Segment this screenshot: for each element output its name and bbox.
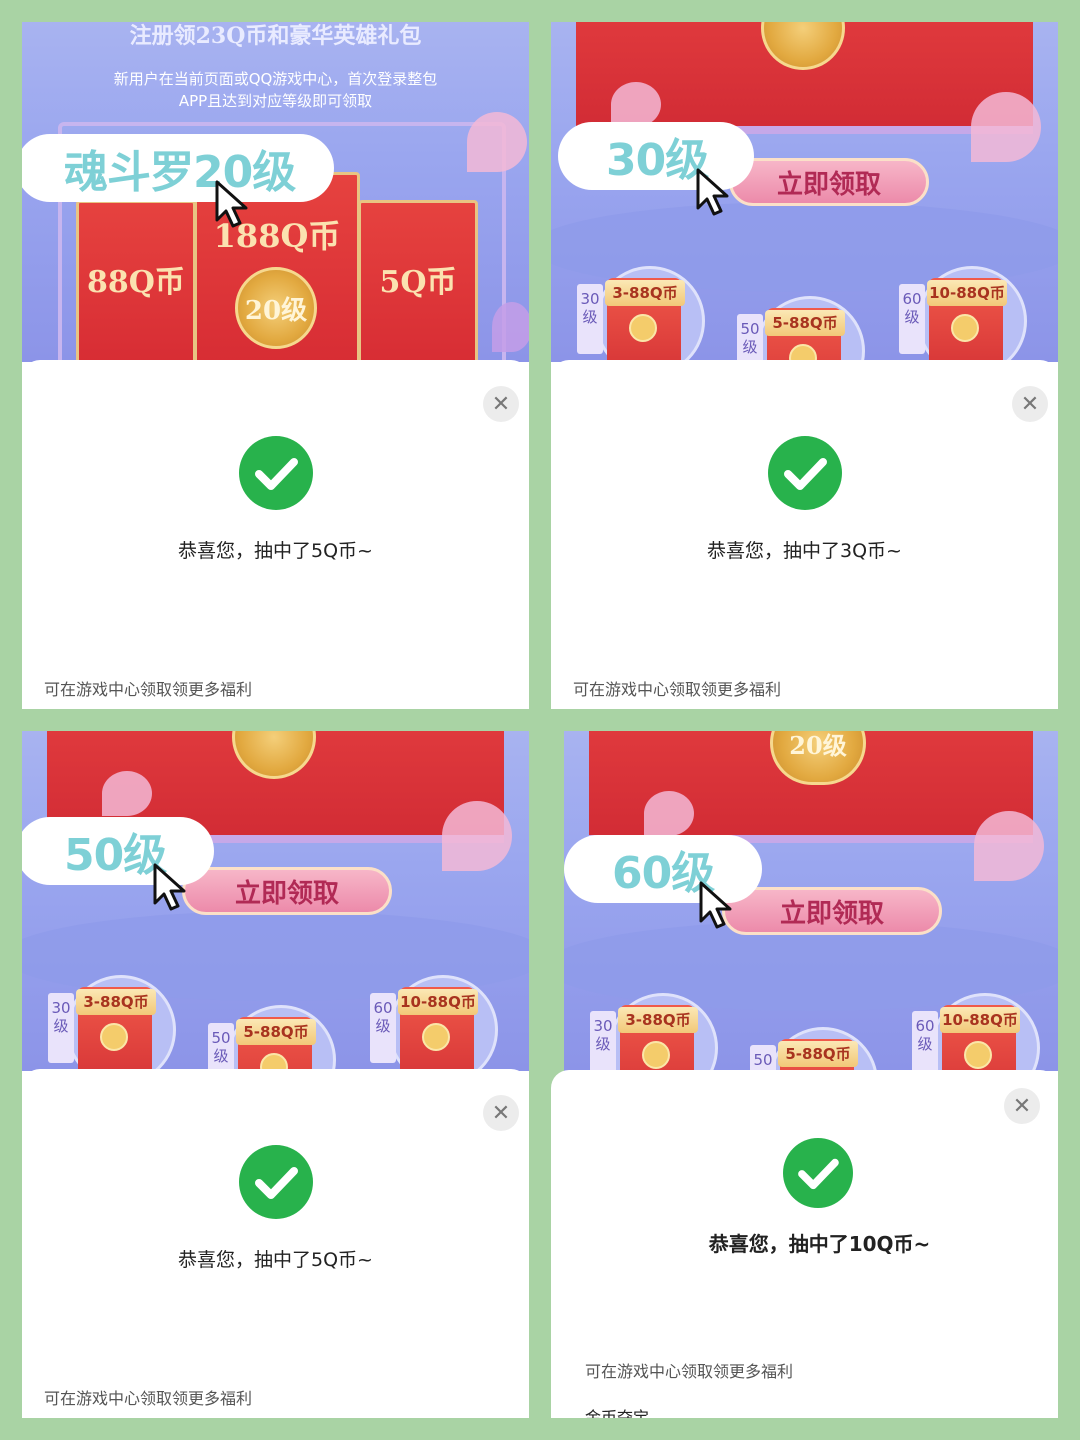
game-center-link[interactable]: 可在游戏中心领取领更多福利 (573, 676, 781, 700)
result-dialog-60: ✕ 恭喜您，抽中了10Q币~ 可在游戏中心领取领更多福利 金币夺宝 (551, 1070, 1058, 1418)
reward-60[interactable]: 60级 10-88Q币 (912, 993, 1040, 1071)
game-center-link[interactable]: 可在游戏中心领取领更多福利 (44, 1385, 252, 1409)
result-dialog: ✕ 恭喜您，抽中了3Q币~ 可在游戏中心领取领更多福利 (551, 360, 1058, 709)
game-center-link[interactable]: 可在游戏中心领取领更多福利 (585, 1358, 793, 1382)
reward-50[interactable]: 50 5-88Q币 (750, 1027, 878, 1071)
banner-intro: 新用户在当前页面或QQ游戏中心，首次登录整包 APP且达到对应等级即可领取 (22, 68, 529, 112)
result-message: 恭喜您，抽中了3Q币~ (707, 540, 902, 562)
reward-30[interactable]: 30级 3-88Q币 (577, 266, 705, 362)
screenshot-panel-50: 立即领取 30级 3-88Q币 50级 5-88Q币 60级 10-88Q币 5… (22, 731, 529, 1418)
reward-amount: 3-88Q币 (76, 989, 156, 1015)
reward-amount: 10-88Q币 (940, 1007, 1020, 1033)
screenshot-panel-30: 立即领取 30级 3-88Q币 50级 5-88Q币 60级 10-88Q币 3… (551, 22, 1058, 709)
mouse-pointer-icon (215, 180, 248, 228)
event-banner: 立即领取 30级 3-88Q币 50级 5-88Q币 60级 10-88Q币 (22, 731, 529, 1071)
claim-now-button[interactable]: 立即领取 (722, 887, 942, 935)
reward-level: 60级 (370, 993, 396, 1063)
result-dialog: ✕ 恭喜您，抽中了5Q币~ 可在游戏中心领取领更多福利 (22, 360, 529, 709)
flower-decoration (492, 302, 529, 352)
flower-decoration (442, 801, 512, 871)
flower-decoration (102, 771, 152, 816)
reward-level: 60级 (899, 284, 925, 354)
result-message: 恭喜您，抽中了10Q币~ (708, 1232, 931, 1256)
check-circle-icon (767, 436, 842, 510)
check-circle-icon (782, 1138, 853, 1208)
flower-decoration (974, 811, 1044, 881)
flower-decoration (644, 791, 694, 836)
reward-amount: 5-88Q币 (778, 1041, 858, 1067)
reward-level: 30级 (48, 993, 74, 1063)
game-center-link[interactable]: 可在游戏中心领取领更多福利 (44, 676, 252, 700)
reward-amount: 5-88Q币 (765, 310, 845, 336)
level-coin: 20级 (235, 267, 317, 349)
close-icon[interactable]: ✕ (483, 1095, 519, 1131)
reward-amount: 3-88Q币 (605, 280, 685, 306)
close-icon[interactable]: ✕ (1012, 386, 1048, 422)
result-message: 恭喜您，抽中了5Q币~ (178, 1249, 373, 1271)
envelope-amount: 5Q币 (379, 265, 457, 300)
banner-title: 注册领23Q币和豪华英雄礼包 (129, 23, 422, 49)
mouse-pointer-icon (153, 863, 186, 911)
flower-decoration (971, 92, 1041, 162)
reward-level: 30级 (590, 1011, 616, 1071)
claim-now-button[interactable]: 立即领取 (182, 867, 392, 915)
check-circle-icon (238, 1145, 313, 1219)
reward-50[interactable]: 50级 5-88Q币 (737, 296, 865, 362)
event-banner: 立即领取 30级 3-88Q币 50级 5-88Q币 60级 10-88Q币 (551, 22, 1058, 362)
close-icon[interactable]: ✕ (1004, 1088, 1040, 1124)
red-envelope-5: 5Q币 (358, 200, 478, 362)
reward-amount: 3-88Q币 (618, 1007, 698, 1033)
banner-intro-line-2: APP且达到对应等级即可领取 (178, 92, 373, 110)
screenshot-panel-20: 注册领23Q币和豪华英雄礼包 新用户在当前页面或QQ游戏中心，首次登录整包 AP… (22, 22, 529, 709)
reward-50[interactable]: 50级 5-88Q币 (208, 1005, 336, 1071)
reward-level: 50级 (208, 1023, 234, 1071)
flower-decoration (467, 112, 527, 172)
mouse-pointer-icon (699, 881, 732, 929)
claim-now-button[interactable]: 立即领取 (729, 158, 929, 206)
result-dialog: ✕ 恭喜您，抽中了5Q币~ 可在游戏中心领取领更多福利 (22, 1069, 529, 1418)
close-icon[interactable]: ✕ (483, 386, 519, 422)
reward-level: 30级 (577, 284, 603, 354)
reward-60[interactable]: 60级 10-88Q币 (899, 266, 1027, 362)
reward-level: 50级 (737, 314, 763, 362)
reward-30[interactable]: 30级 3-88Q币 (590, 993, 718, 1071)
reward-30[interactable]: 30级 3-88Q币 (48, 975, 176, 1071)
reward-amount: 5-88Q币 (236, 1019, 316, 1045)
banner-intro-line-1: 新用户在当前页面或QQ游戏中心，首次登录整包 (113, 70, 438, 88)
reward-level: 50 (750, 1045, 776, 1071)
reward-amount: 10-88Q币 (398, 989, 478, 1015)
reward-60[interactable]: 60级 10-88Q币 (370, 975, 498, 1071)
reward-amount: 10-88Q币 (927, 280, 1007, 306)
envelope-amount: 88Q币 (87, 265, 185, 300)
red-envelope-88: 88Q币 (76, 200, 196, 362)
mouse-pointer-icon (696, 168, 729, 216)
result-message: 恭喜您，抽中了5Q币~ (178, 540, 373, 562)
level-callout: 魂斗罗20级 (22, 134, 334, 202)
gold-treasure-link[interactable]: 金币夺宝 (585, 1404, 649, 1418)
flower-decoration (611, 82, 661, 127)
reward-level: 60级 (912, 1011, 938, 1071)
check-circle-icon (238, 436, 313, 510)
